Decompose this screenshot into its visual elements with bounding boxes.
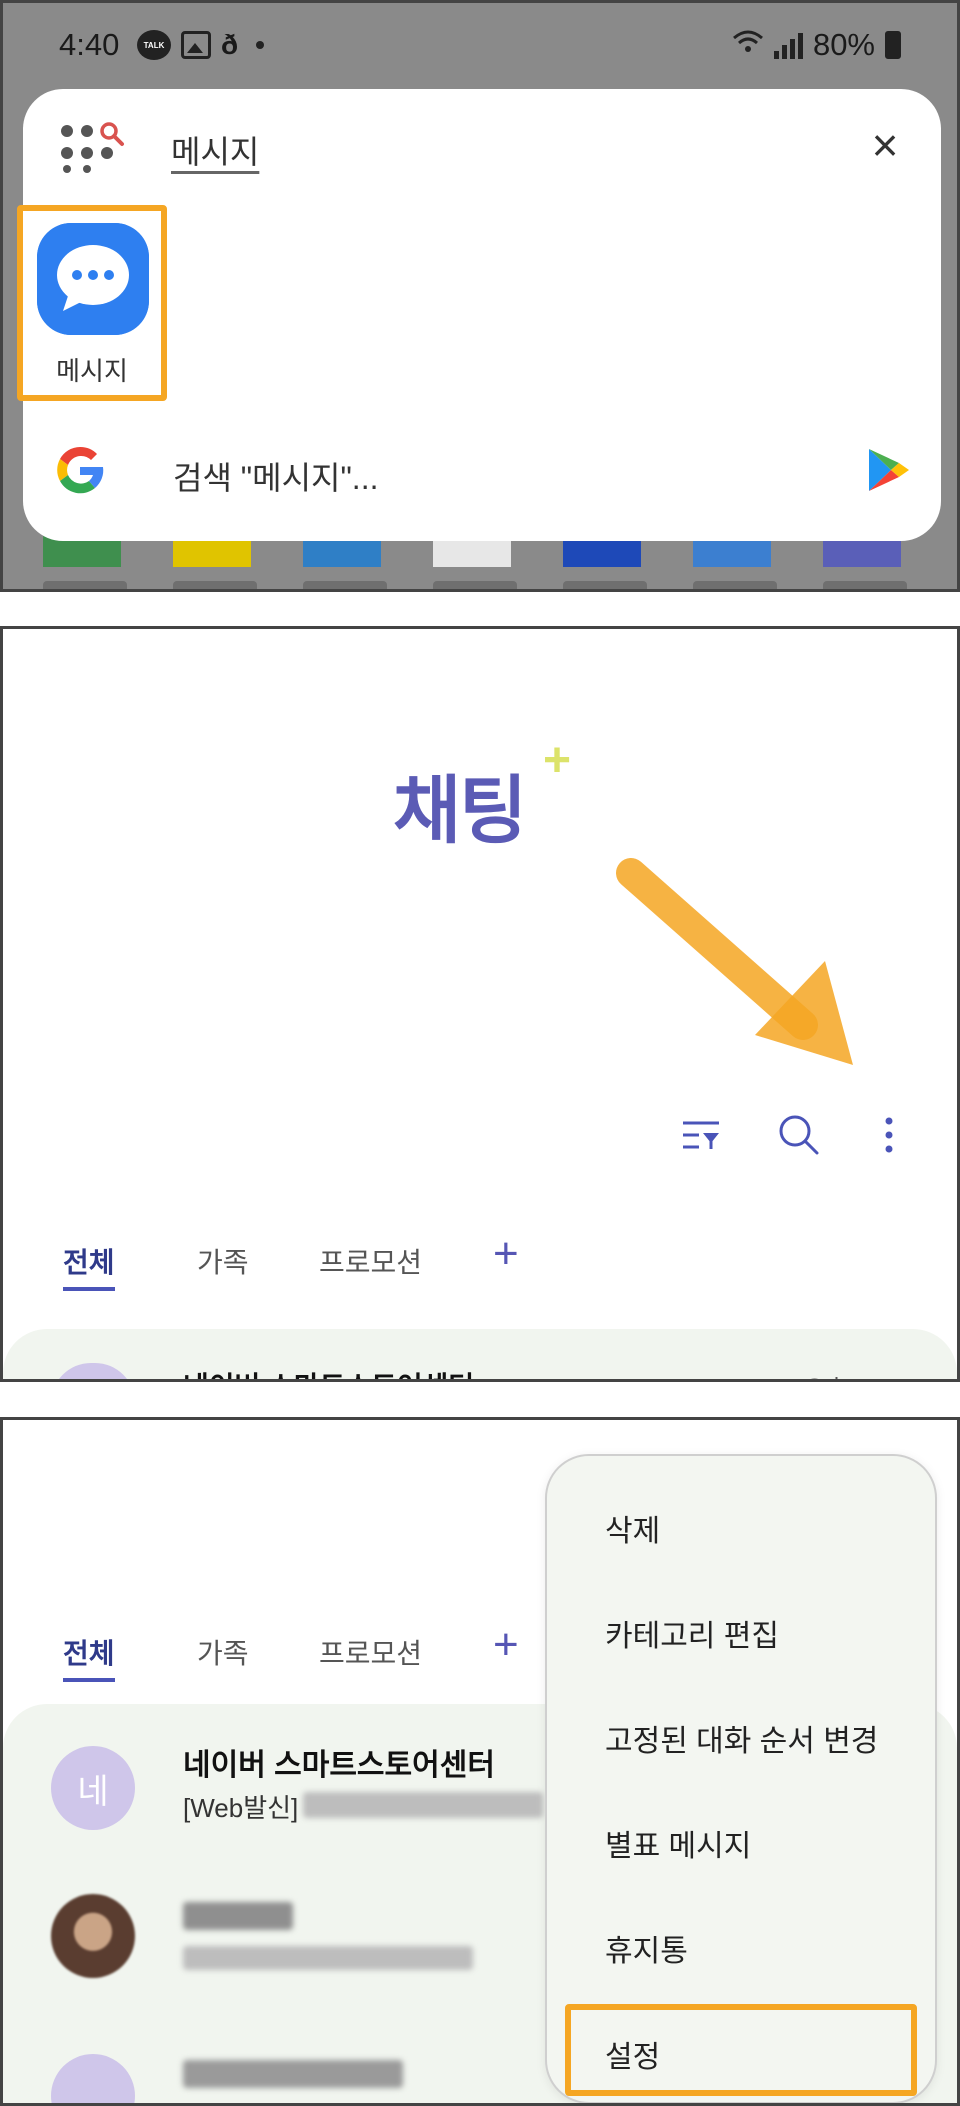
close-icon[interactable]: × — [863, 122, 907, 169]
tab-all[interactable]: 전체 — [63, 1241, 115, 1291]
status-right: 80% — [732, 27, 901, 63]
tab-all[interactable]: 전체 — [63, 1632, 115, 1682]
category-tabs: 전체 가족 프로모션 + — [3, 1229, 957, 1299]
conversation-preview: [Web발신] — [183, 1793, 299, 1823]
bg-app-label — [173, 581, 257, 589]
battery-icon — [885, 31, 901, 59]
more-notifications-dot-icon — [256, 41, 265, 49]
conversation-name[interactable]: 네이버 스마트스토어센터 — [183, 1740, 495, 1784]
tab-promotion[interactable]: 프로모션 — [319, 1632, 422, 1672]
bg-app-label — [43, 581, 127, 589]
play-store-icon[interactable] — [863, 445, 913, 495]
status-time: 4:40 — [59, 27, 120, 62]
more-options-icon[interactable] — [863, 1109, 915, 1161]
signal-icon — [773, 31, 803, 59]
menu-item-trash[interactable]: 휴지통 — [605, 1926, 688, 1970]
search-query-text[interactable]: 메시지 — [171, 127, 259, 173]
menu-item-starred[interactable]: 별표 메시지 — [605, 1821, 751, 1865]
battery-percent: 80% — [812, 27, 875, 62]
tab-family[interactable]: 가족 — [197, 1241, 249, 1281]
messages-app-result[interactable]: 메시지 — [17, 205, 167, 401]
filter-icon[interactable] — [675, 1109, 727, 1161]
image-icon — [181, 31, 211, 59]
redacted-name — [183, 2060, 403, 2088]
panel-messages-app: 채팅 + 전체 가족 프로모션 + 네이버 스마트스토어센터 오후 3:57 — [0, 626, 960, 1382]
avatar — [51, 1894, 135, 1978]
conversation-time: 오후 3:57 — [803, 1369, 901, 1379]
redacted-preview — [183, 1946, 473, 1970]
finder-apps-search-icon — [61, 122, 124, 173]
add-category-button[interactable]: + — [493, 1229, 519, 1279]
google-search-text: 검색 "메시지"... — [173, 460, 379, 496]
panel-overflow-menu: 전체 가족 프로모션 + 네 네이버 스마트스토어센터 [Web발신] 삭제 카… — [0, 1417, 960, 2106]
overflow-menu: 삭제 카테고리 편집 고정된 대화 순서 변경 별표 메시지 휴지통 설정 — [545, 1454, 937, 2103]
bg-app-label — [303, 581, 387, 589]
notification-icons: TALK ð — [137, 29, 265, 61]
bg-app-label — [823, 581, 907, 589]
app-title: 채팅 — [393, 769, 527, 852]
bg-app-label — [563, 581, 647, 589]
panel-app-search: 4:40 TALK ð 80% 메시지 × 메시지 검색 "메시지"... — [0, 0, 960, 592]
bg-app-label — [693, 581, 777, 589]
kakaotalk-icon: TALK — [137, 30, 171, 60]
google-icon — [57, 446, 104, 494]
avatar: 네 — [51, 1746, 135, 1830]
bg-app-label — [433, 581, 517, 589]
menu-item-reorder-pinned[interactable]: 고정된 대화 순서 변경 — [605, 1716, 878, 1760]
redacted-text — [303, 1792, 543, 1818]
add-category-button[interactable]: + — [493, 1620, 519, 1670]
redacted-name — [183, 1902, 293, 1930]
messages-app-icon — [37, 223, 149, 335]
app-result-label: 메시지 — [56, 356, 128, 386]
app-notification-icon: ð — [221, 29, 239, 60]
finder-search-card: 메시지 × 메시지 검색 "메시지"... — [17, 89, 941, 541]
conversation-name[interactable]: 네이버 스마트스토어센터 — [183, 1365, 474, 1379]
tab-promotion[interactable]: 프로모션 — [319, 1241, 422, 1281]
search-icon[interactable] — [773, 1109, 825, 1161]
menu-item-settings-label: 설정 — [605, 2041, 661, 2074]
wifi-icon — [732, 29, 764, 62]
app-title-plus: + — [543, 734, 572, 787]
menu-item-settings[interactable]: 설정 — [565, 2004, 917, 2096]
tab-family[interactable]: 가족 — [197, 1632, 249, 1672]
status-bar: 4:40 TALK ð 80% — [3, 3, 957, 91]
menu-item-delete[interactable]: 삭제 — [605, 1506, 660, 1550]
menu-item-edit-categories[interactable]: 카테고리 편집 — [605, 1611, 779, 1655]
pointer-arrow-icon — [616, 858, 853, 1065]
google-search-row[interactable]: 검색 "메시지"... — [23, 419, 941, 519]
